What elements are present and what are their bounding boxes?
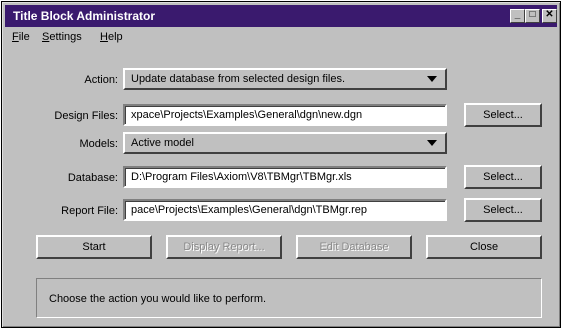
chevron-down-icon [427, 140, 437, 146]
design-files-label: Design Files: [54, 110, 118, 122]
display-report-button[interactable]: Display Report... [166, 235, 282, 259]
action-label: Action: [84, 74, 118, 86]
title-bar[interactable]: Title Block Administrator _ □ ✕ [5, 5, 557, 27]
design-files-input[interactable]: xpace\Projects\Examples\General\dgn\new.… [123, 104, 447, 126]
models-label: Models: [79, 138, 118, 150]
database-input[interactable]: D:\Program Files\Axiom\V8\TBMgr\TBMgr.xl… [123, 166, 447, 188]
window-title: Title Block Administrator [13, 9, 156, 23]
maximize-icon[interactable]: □ [525, 9, 540, 23]
action-dropdown[interactable]: Update database from selected design fil… [123, 68, 447, 90]
database-label: Database: [67, 172, 118, 184]
close-icon[interactable]: ✕ [542, 9, 557, 23]
menu-help-label: elp [107, 31, 123, 43]
models-value: Active model [131, 137, 194, 149]
close-button[interactable]: Close [426, 235, 542, 259]
report-file-label: Report File: [61, 205, 118, 217]
start-button[interactable]: Start [36, 235, 152, 259]
menu-help[interactable]: Help [100, 31, 123, 43]
edit-database-button[interactable]: Edit Database [296, 235, 412, 259]
design-files-select-button[interactable]: Select... [464, 103, 542, 127]
menu-help-key: H [100, 31, 108, 43]
chevron-down-icon [427, 76, 437, 82]
minimize-icon[interactable]: _ [510, 9, 525, 23]
status-text: Choose the action you would like to perf… [49, 293, 267, 305]
menu-file[interactable]: File [12, 31, 30, 43]
database-value: D:\Program Files\Axiom\V8\TBMgr\TBMgr.xl… [131, 171, 352, 183]
report-file-select-button[interactable]: Select... [464, 198, 542, 222]
menu-file-key: F [12, 31, 19, 43]
menu-settings[interactable]: Settings [42, 31, 82, 43]
report-file-input[interactable]: pace\Projects\Examples\General\dgn\TBMgr… [123, 199, 447, 221]
report-file-value: pace\Projects\Examples\General\dgn\TBMgr… [131, 204, 368, 216]
models-dropdown[interactable]: Active model [123, 132, 447, 154]
database-select-button[interactable]: Select... [464, 165, 542, 189]
menu-file-label: ile [18, 31, 30, 43]
design-files-value: xpace\Projects\Examples\General\dgn\new.… [131, 109, 363, 121]
action-value: Update database from selected design fil… [131, 73, 346, 85]
menu-settings-label: ettings [49, 31, 82, 43]
main-window: Title Block Administrator _ □ ✕ File Set… [1, 1, 561, 328]
status-panel: Choose the action you would like to perf… [36, 278, 542, 318]
